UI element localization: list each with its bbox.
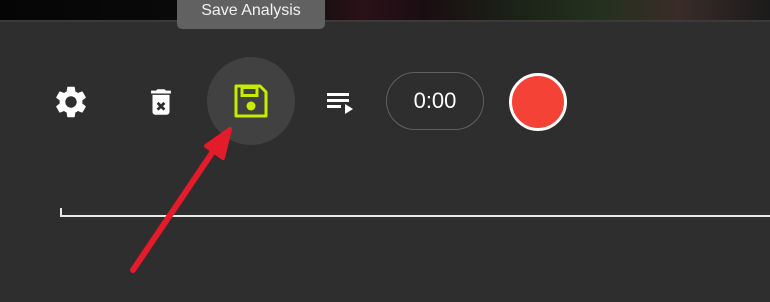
playlist-play-button[interactable] — [320, 82, 360, 122]
settings-button[interactable] — [48, 79, 94, 125]
floppy-disk-icon — [234, 84, 268, 118]
video-preview-strip — [0, 0, 770, 20]
record-button[interactable] — [509, 73, 567, 131]
save-analysis-tooltip: Save Analysis — [177, 0, 325, 29]
panel-divider — [0, 20, 770, 22]
trash-x-icon — [151, 89, 171, 115]
timeline-track[interactable] — [60, 208, 770, 218]
analysis-toolbar-panel: Save Analysis 0:00 — [0, 0, 770, 302]
delete-button[interactable] — [140, 79, 182, 125]
playlist-play-icon — [327, 93, 353, 114]
timer-display: 0:00 — [386, 72, 484, 130]
gear-icon — [56, 86, 86, 118]
annotation-arrow — [130, 127, 232, 273]
timeline-line — [60, 215, 770, 217]
save-button[interactable] — [207, 57, 295, 145]
